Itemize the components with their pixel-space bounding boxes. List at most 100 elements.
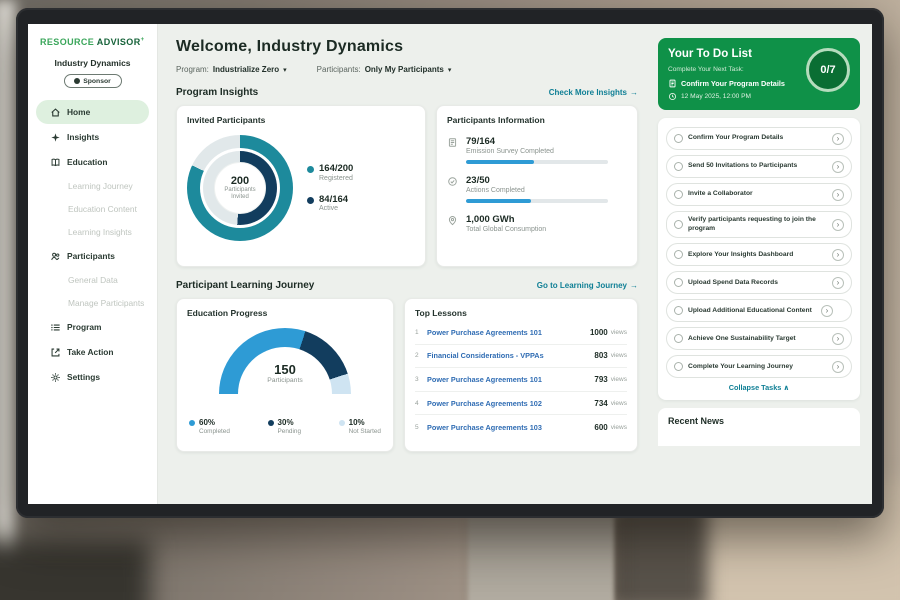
chevron-up-icon: ∧ — [783, 383, 789, 392]
participants-filter-label: Participants: — [317, 65, 361, 74]
legend-item-completed: 60% Completed — [189, 418, 230, 435]
legend-item-registered: 164/200 Registered — [307, 164, 353, 181]
sidebar-item-settings[interactable]: Settings — [36, 365, 149, 389]
task-item-send-invitations[interactable]: Send 50 Invitations to Participants › — [666, 155, 852, 178]
task-checkbox[interactable] — [674, 190, 683, 199]
task-checkbox[interactable] — [674, 250, 683, 259]
recent-news-header: Recent News — [658, 408, 860, 446]
chevron-right-icon[interactable]: › — [832, 219, 844, 231]
task-item-confirm-program[interactable]: Confirm Your Program Details › — [666, 127, 852, 150]
dashboard-screen: RESOURCE ADVISOR+ Industry Dynamics Spon… — [28, 24, 872, 504]
go-to-learning-journey-link[interactable]: Go to Learning Journey → — [537, 281, 638, 290]
nav-label: Learning Journey — [68, 181, 133, 191]
task-checkbox[interactable] — [674, 220, 683, 229]
card-title: Top Lessons — [415, 308, 627, 318]
monitor-stand — [468, 515, 614, 600]
gear-icon — [50, 372, 61, 383]
lesson-link[interactable]: Power Purchase Agreements 103 — [427, 423, 594, 432]
nav-label: Manage Participants — [68, 298, 144, 308]
task-item-invite-collaborator[interactable]: Invite a Collaborator › — [666, 183, 852, 206]
filters-row: Program: Industrialize Zero ▾ Participan… — [176, 65, 638, 74]
gauge-legend: 60% Completed 30% Pending — [187, 418, 383, 435]
background-dark-corner — [0, 540, 150, 600]
actions-icon — [447, 176, 458, 187]
background-light-strip — [0, 0, 16, 600]
sidebar-item-learning-journey[interactable]: Learning Journey — [36, 175, 149, 197]
sidebar-item-manage-participants[interactable]: Manage Participants — [36, 292, 149, 314]
todo-panel: 0/7 Your To Do List Complete Your Next T… — [650, 24, 872, 504]
sidebar-item-program[interactable]: Program — [36, 315, 149, 339]
task-item-upload-spend-data[interactable]: Upload Spend Data Records › — [666, 271, 852, 294]
task-item-explore-insights[interactable]: Explore Your Insights Dashboard › — [666, 243, 852, 266]
chevron-right-icon[interactable]: › — [832, 361, 844, 373]
chevron-right-icon[interactable]: › — [821, 305, 833, 317]
chevron-down-icon: ▾ — [283, 66, 287, 74]
lesson-link[interactable]: Power Purchase Agreements 101 — [427, 328, 590, 337]
stat-global-consumption: 1,000 GWh Total Global Consumption — [447, 214, 627, 233]
top-lessons-card: Top Lessons 1 Power Purchase Agreements … — [404, 298, 638, 452]
participants-filter-dropdown[interactable]: Participants: Only My Participants ▾ — [317, 65, 452, 74]
task-checkbox[interactable] — [674, 362, 683, 371]
chevron-right-icon[interactable]: › — [832, 249, 844, 261]
sidebar-item-learning-insights[interactable]: Learning Insights — [36, 221, 149, 243]
lesson-link[interactable]: Power Purchase Agreements 102 — [427, 399, 594, 408]
chevron-right-icon[interactable]: › — [832, 277, 844, 289]
lesson-row: 3 Power Purchase Agreements 101 793 view… — [415, 368, 627, 392]
chevron-right-icon[interactable]: › — [832, 333, 844, 345]
task-item-achieve-target[interactable]: Achieve One Sustainability Target › — [666, 327, 852, 350]
chevron-right-icon[interactable]: › — [832, 133, 844, 145]
program-filter-value: Industrialize Zero — [213, 65, 279, 74]
chevron-right-icon[interactable]: › — [832, 161, 844, 173]
lesson-row: 1 Power Purchase Agreements 101 1000 vie… — [415, 321, 627, 345]
lesson-link[interactable]: Financial Considerations - VPPAs — [427, 351, 594, 360]
check-more-insights-link[interactable]: Check More Insights → — [549, 88, 638, 97]
legend-dot — [307, 197, 314, 204]
collapse-tasks-link[interactable]: Collapse Tasks ∧ — [666, 383, 852, 392]
lesson-row: 4 Power Purchase Agreements 102 734 view… — [415, 392, 627, 416]
chevron-right-icon[interactable]: › — [832, 189, 844, 201]
sidebar-item-participants[interactable]: Participants — [36, 244, 149, 268]
sidebar-item-education[interactable]: Education — [36, 150, 149, 174]
sponsor-label: Sponsor — [83, 78, 111, 85]
invited-participants-card: Invited Participants 200 Participants In… — [176, 105, 426, 267]
nav-label: Education Content — [68, 204, 137, 214]
nav-label: Home — [67, 107, 90, 117]
program-insights-header: Program Insights Check More Insights → — [176, 87, 638, 98]
task-checkbox[interactable] — [674, 162, 683, 171]
task-checkbox[interactable] — [674, 306, 683, 315]
arrow-right-icon: → — [630, 281, 638, 290]
sidebar-item-take-action[interactable]: Take Action — [36, 340, 149, 364]
link-label: Go to Learning Journey — [537, 281, 627, 290]
take-action-icon — [50, 347, 61, 358]
sidebar-item-insights[interactable]: Insights — [36, 125, 149, 149]
document-icon — [668, 79, 677, 88]
program-filter-dropdown[interactable]: Program: Industrialize Zero ▾ — [176, 65, 287, 74]
arrow-right-icon: → — [630, 88, 638, 97]
nav-label: Take Action — [67, 347, 114, 357]
sidebar-item-education-content[interactable]: Education Content — [36, 198, 149, 220]
invited-participants-donut: 200 Participants Invited — [187, 135, 293, 241]
link-label: Check More Insights — [549, 88, 627, 97]
task-item-upload-educational-content[interactable]: Upload Additional Educational Content › — [666, 299, 852, 322]
todo-task-list: Confirm Your Program Details › Send 50 I… — [658, 118, 860, 400]
task-item-verify-participants[interactable]: Verify participants requesting to join t… — [666, 211, 852, 238]
participants-filter-value: Only My Participants — [365, 65, 444, 74]
lesson-link[interactable]: Power Purchase Agreements 101 — [427, 375, 594, 384]
learning-journey-header: Participant Learning Journey Go to Learn… — [176, 280, 638, 291]
task-item-complete-learning-journey[interactable]: Complete Your Learning Journey › — [666, 355, 852, 378]
sidebar: RESOURCE ADVISOR+ Industry Dynamics Spon… — [28, 24, 158, 504]
task-checkbox[interactable] — [674, 334, 683, 343]
lesson-row: 5 Power Purchase Agreements 103 600 view… — [415, 415, 627, 439]
legend-dot — [268, 420, 274, 426]
nav-label: Participants — [67, 251, 115, 261]
chevron-down-icon: ▾ — [448, 66, 452, 74]
nav-label: General Data — [68, 275, 118, 285]
task-checkbox[interactable] — [674, 134, 683, 143]
sponsor-badge[interactable]: Sponsor — [64, 74, 122, 88]
nav-label: Program — [67, 322, 101, 332]
participants-icon — [50, 251, 61, 262]
task-checkbox[interactable] — [674, 278, 683, 287]
sidebar-item-home[interactable]: Home — [36, 100, 149, 124]
legend-item-active: 84/164 Active — [307, 195, 353, 212]
sidebar-item-general-data[interactable]: General Data — [36, 269, 149, 291]
